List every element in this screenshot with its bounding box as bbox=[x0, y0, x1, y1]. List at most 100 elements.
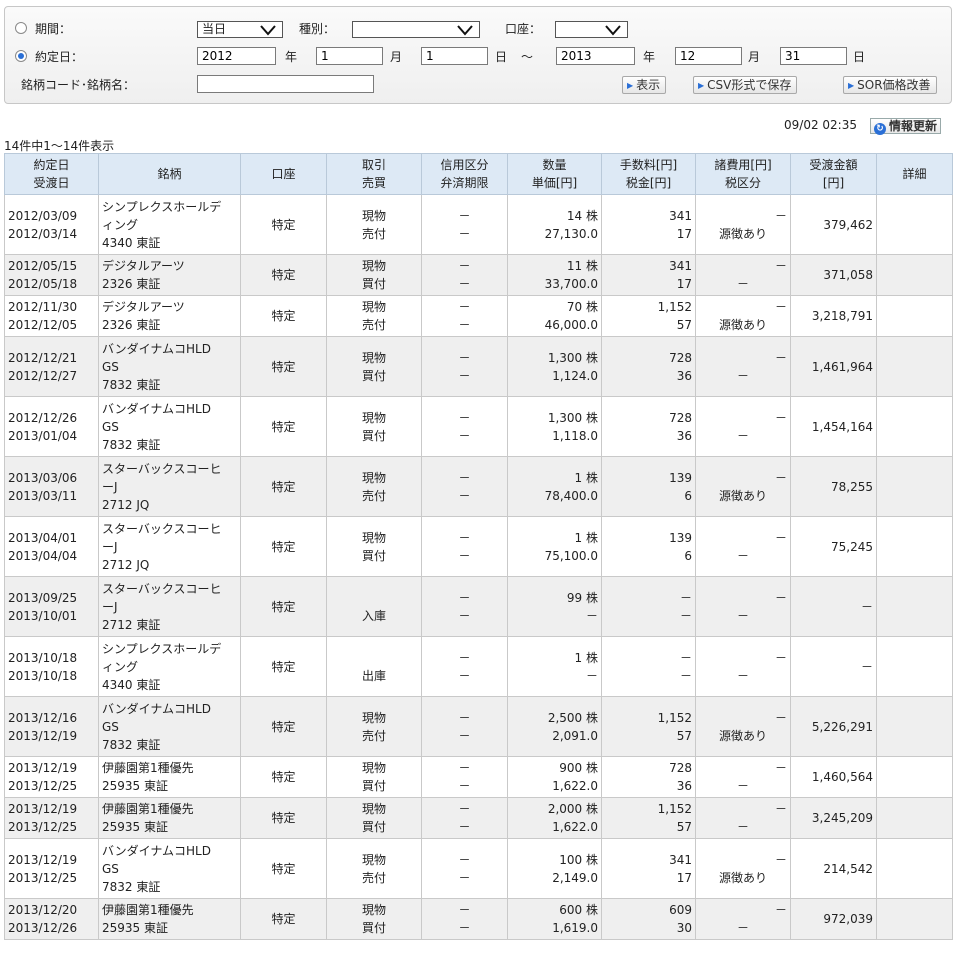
detail-cell[interactable] bbox=[876, 898, 953, 940]
stock-name-line2: ーJ bbox=[102, 599, 118, 614]
credit-type: － bbox=[458, 802, 471, 816]
detail-cell[interactable] bbox=[876, 696, 953, 757]
settle-date: 2012/12/05 bbox=[8, 318, 78, 332]
credit-type: － bbox=[458, 208, 471, 223]
quantity: 2,000 株 bbox=[547, 802, 598, 816]
kind-select[interactable] bbox=[352, 21, 480, 38]
date-cell: 2013/12/19 2013/12/25 bbox=[4, 838, 99, 899]
fee: － bbox=[679, 650, 692, 665]
tax-category: － bbox=[736, 779, 749, 793]
settle-date: 2013/10/18 bbox=[8, 668, 78, 683]
fee-cell: 341 17 bbox=[601, 838, 696, 899]
settle-date: 2012/05/18 bbox=[8, 277, 78, 291]
credit-type: － bbox=[458, 852, 471, 867]
trade-side: 買付 bbox=[361, 779, 386, 793]
quantity: 70 株 bbox=[566, 300, 598, 314]
trade-side: 売付 bbox=[361, 318, 386, 332]
detail-cell[interactable] bbox=[876, 576, 953, 637]
detail-cell[interactable] bbox=[876, 797, 953, 839]
tax: 57 bbox=[676, 820, 692, 834]
stock-cell: バンダイナムコHLD GS 7832 東証 bbox=[98, 838, 241, 899]
due-date: － bbox=[458, 226, 471, 241]
detail-cell[interactable] bbox=[876, 295, 953, 337]
range-tilde: ～ bbox=[521, 50, 534, 64]
sor-button[interactable]: ▶ SOR価格改善 bbox=[843, 76, 937, 94]
detail-cell[interactable] bbox=[876, 396, 953, 457]
quantity: 1 株 bbox=[574, 650, 598, 665]
to-year-input[interactable] bbox=[556, 47, 635, 65]
detail-cell[interactable] bbox=[876, 636, 953, 697]
refresh-button[interactable]: ↻ 情報更新 bbox=[870, 118, 942, 135]
date-cell: 2013/03/06 2013/03/11 bbox=[4, 456, 99, 517]
fee: 341 bbox=[669, 208, 692, 223]
due-date: － bbox=[458, 428, 471, 443]
period-label: 期間： bbox=[35, 22, 72, 36]
credit-cell: －－ bbox=[421, 838, 508, 899]
stock-cell: デジタルアーツ 2326 東証 bbox=[98, 254, 241, 296]
expenses-cell: －－ bbox=[695, 336, 791, 397]
trade-cell: 現物 売付 bbox=[326, 456, 422, 517]
amount-cell: 379,462 bbox=[790, 194, 877, 255]
detail-cell[interactable] bbox=[876, 194, 953, 255]
detail-cell[interactable] bbox=[876, 336, 953, 397]
stock-name: バンダイナムコHLD bbox=[102, 701, 211, 716]
period-select[interactable]: 当日 bbox=[197, 21, 283, 38]
detail-cell[interactable] bbox=[876, 756, 953, 798]
amount-cell: － bbox=[790, 636, 877, 697]
from-day-input[interactable] bbox=[421, 47, 488, 65]
csv-save-button[interactable]: ▶ CSV形式で保存 bbox=[693, 76, 798, 94]
account-select[interactable] bbox=[555, 21, 628, 38]
settle-date: 2012/03/14 bbox=[8, 226, 78, 241]
amount-cell: 1,454,164 bbox=[790, 396, 877, 457]
unit-price: 2,149.0 bbox=[552, 870, 598, 885]
stock-cell: 伊藤園第1種優先 25935 東証 bbox=[98, 756, 241, 798]
detail-cell[interactable] bbox=[876, 254, 953, 296]
amount-cell: 371,058 bbox=[790, 254, 877, 296]
tax: 17 bbox=[676, 870, 692, 885]
search-panel: 期間： 当日 種別： 口座： 約定日： 年 月 日 ～ 年 月 日 銘柄コード･… bbox=[4, 6, 952, 104]
stock-code: 2712 JQ bbox=[102, 557, 150, 572]
from-year-input[interactable] bbox=[197, 47, 276, 65]
quantity: 600 株 bbox=[559, 903, 598, 917]
due-date: － bbox=[458, 488, 471, 503]
expenses: － bbox=[774, 802, 787, 816]
stock-name-line2: GS bbox=[102, 359, 119, 374]
show-button[interactable]: ▶ 表示 bbox=[622, 76, 667, 94]
trade-type: 現物 bbox=[361, 761, 386, 775]
tax: 6 bbox=[684, 548, 692, 563]
detail-cell[interactable] bbox=[876, 838, 953, 899]
code-input[interactable] bbox=[197, 75, 374, 93]
date-cell: 2012/11/30 2012/12/05 bbox=[4, 295, 99, 337]
detail-cell[interactable] bbox=[876, 516, 953, 577]
fee-cell: 728 36 bbox=[601, 756, 696, 798]
stock-name: 伊藤園第1種優先 bbox=[102, 903, 194, 917]
fee-cell: －－ bbox=[601, 576, 696, 637]
from-month-input[interactable] bbox=[316, 47, 383, 65]
amount-cell: 78,255 bbox=[790, 456, 877, 517]
trade-date: 2013/12/19 bbox=[8, 802, 78, 816]
trade-cell: 現物 買付 bbox=[326, 396, 422, 457]
account-label: 口座： bbox=[505, 22, 542, 36]
trade-cell: 出庫 bbox=[326, 636, 422, 697]
period-radio[interactable] bbox=[15, 22, 27, 34]
settle-date: 2013/12/25 bbox=[8, 870, 78, 885]
detail-cell[interactable] bbox=[876, 456, 953, 517]
amount-cell: 1,460,564 bbox=[790, 756, 877, 798]
date-cell: 2013/12/20 2013/12/26 bbox=[4, 898, 99, 940]
settle-date: 2012/12/27 bbox=[8, 368, 78, 383]
trade-side: 買付 bbox=[361, 820, 386, 834]
account-cell: 特定 bbox=[240, 336, 327, 397]
trade-date-radio[interactable] bbox=[15, 50, 27, 62]
trade-date: 2013/12/20 bbox=[8, 903, 78, 917]
date-cell: 2012/12/26 2013/01/04 bbox=[4, 396, 99, 457]
stock-cell: シンプレクスホールデ ィング 4340 東証 bbox=[98, 194, 241, 255]
stock-cell: 伊藤園第1種優先 25935 東証 bbox=[98, 797, 241, 839]
unit-price: 1,622.0 bbox=[552, 820, 598, 834]
to-day-input[interactable] bbox=[780, 47, 847, 65]
tax: 57 bbox=[676, 318, 692, 332]
to-month-input[interactable] bbox=[675, 47, 742, 65]
quantity-cell: 100 株 2,149.0 bbox=[507, 838, 602, 899]
quantity: 14 株 bbox=[566, 208, 598, 223]
amount-cell: 3,218,791 bbox=[790, 295, 877, 337]
fee-cell: 728 36 bbox=[601, 396, 696, 457]
